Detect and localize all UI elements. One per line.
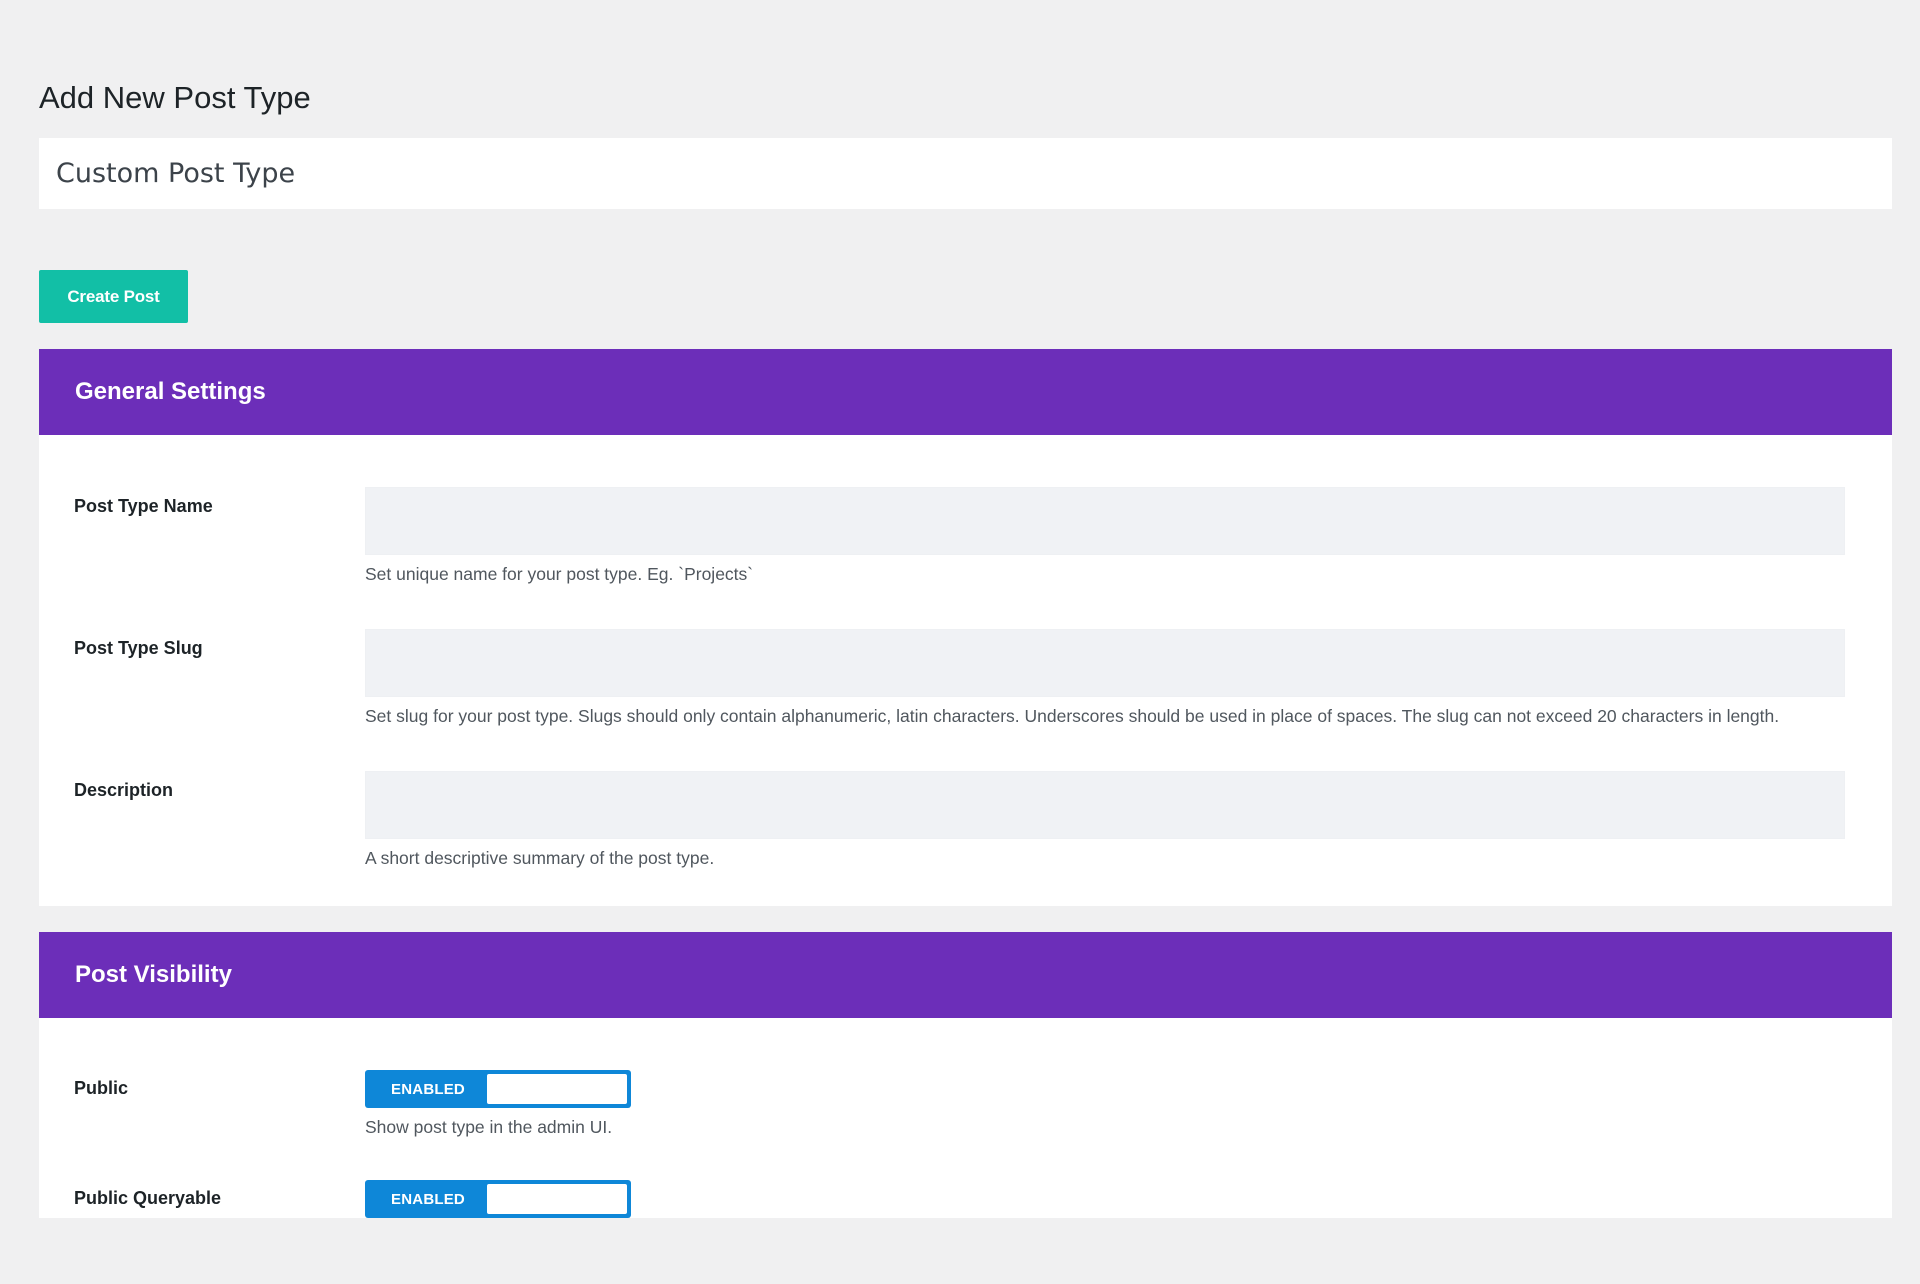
public-label: Public: [74, 1078, 129, 1098]
description-input[interactable]: [365, 771, 1845, 839]
description-label: Description: [74, 780, 174, 800]
public-toggle[interactable]: ENABLED: [365, 1070, 631, 1108]
public-help: Show post type in the admin UI.: [365, 1117, 613, 1137]
post-visibility-panel: Post Visibility Public ENABLED Show post…: [39, 932, 1892, 1218]
post-title-input[interactable]: [39, 138, 1892, 209]
post-title-field[interactable]: [39, 138, 1892, 209]
public-toggle-state: ENABLED: [391, 1080, 465, 1098]
post-type-name-help: Set unique name for your post type. Eg. …: [365, 564, 754, 584]
post-visibility-header: Post Visibility: [39, 932, 1892, 1018]
public-queryable-label: Public Queryable: [74, 1188, 222, 1208]
general-settings-panel: General Settings Post Type Name Set uniq…: [39, 349, 1892, 906]
general-settings-header: General Settings: [39, 349, 1892, 435]
create-post-button[interactable]: Create Post: [39, 270, 188, 323]
public-queryable-toggle-knob: [487, 1184, 627, 1214]
description-help: A short descriptive summary of the post …: [365, 848, 715, 868]
public-toggle-knob: [487, 1074, 627, 1104]
page-title: Add New Post Type: [39, 80, 311, 115]
public-queryable-toggle-state: ENABLED: [391, 1190, 465, 1208]
post-type-slug-label: Post Type Slug: [74, 638, 203, 658]
public-queryable-toggle[interactable]: ENABLED: [365, 1180, 631, 1218]
post-type-slug-help: Set slug for your post type. Slugs shoul…: [365, 706, 1780, 726]
post-type-name-label: Post Type Name: [74, 496, 213, 516]
post-type-slug-input[interactable]: [365, 629, 1845, 697]
post-type-name-input[interactable]: [365, 487, 1845, 555]
